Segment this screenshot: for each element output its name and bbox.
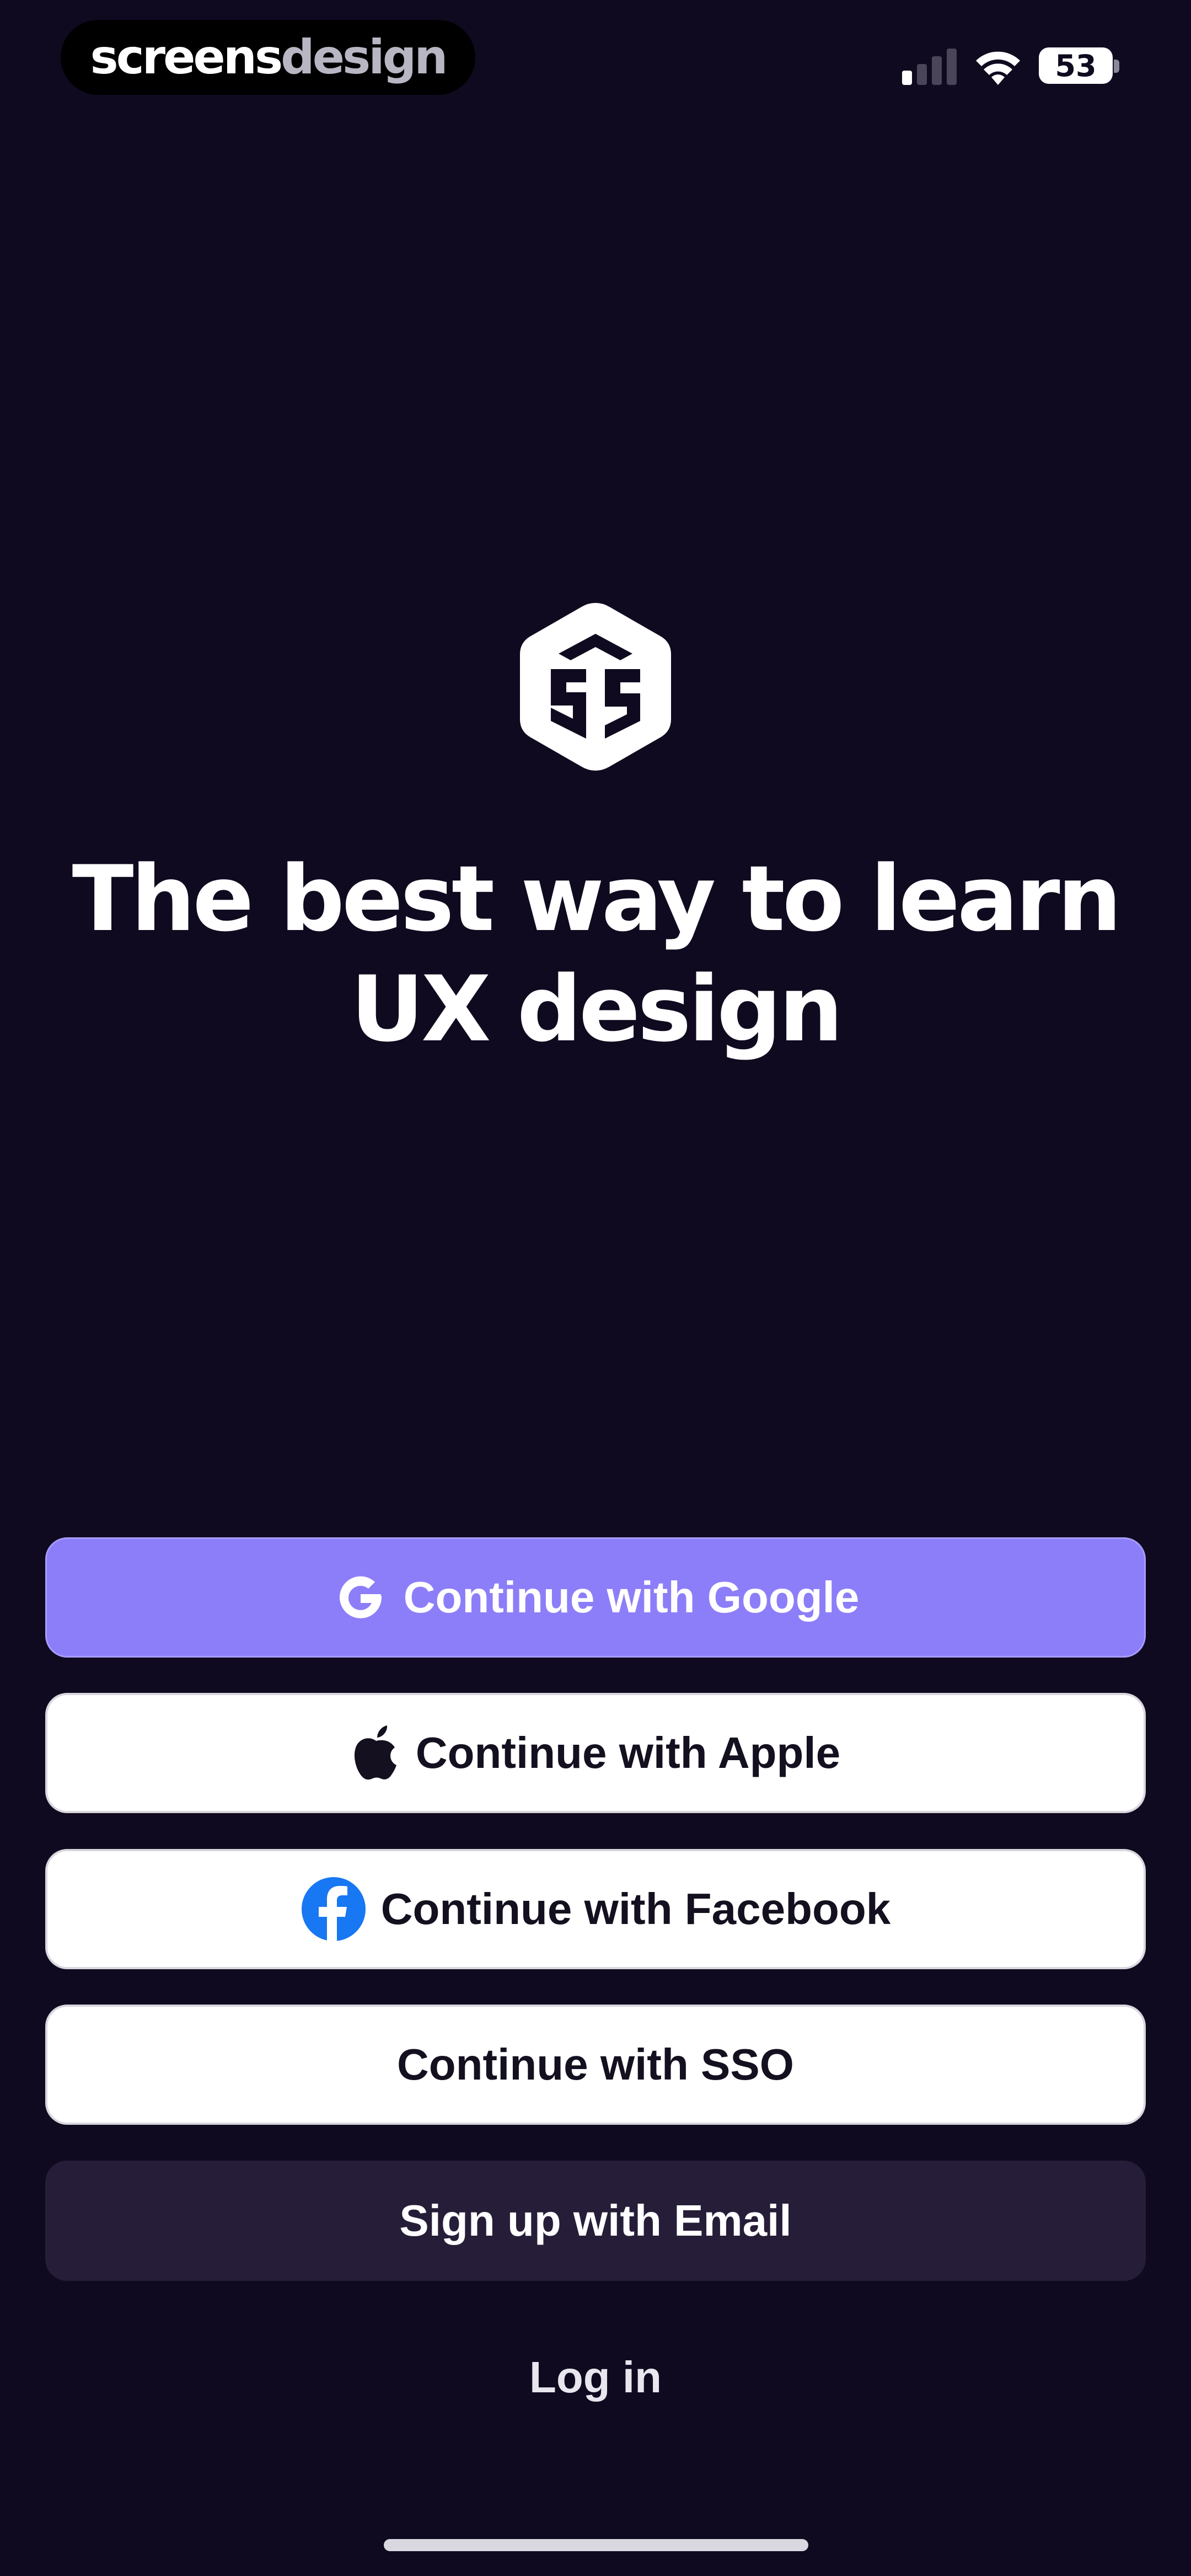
- headline-line-2: UX design: [350, 956, 843, 1062]
- sign-up-with-email-button[interactable]: Sign up with Email: [45, 2161, 1146, 2281]
- continue-with-google-button[interactable]: Continue with Google: [45, 1537, 1146, 1658]
- home-indicator[interactable]: [384, 2539, 808, 2551]
- continue-with-apple-button[interactable]: Continue with Apple: [45, 1693, 1146, 1813]
- brand-text-design: design: [281, 30, 448, 85]
- apple-icon: [351, 1724, 401, 1782]
- headline-line-1: The best way to learn: [72, 846, 1122, 952]
- continue-with-facebook-button[interactable]: Continue with Facebook: [45, 1849, 1146, 1969]
- cellular-signal-icon: [902, 49, 957, 85]
- google-icon: [332, 1569, 389, 1626]
- hero-headline: The best way to learn UX design: [55, 844, 1136, 1065]
- status-bar: screens design 53: [0, 0, 1191, 110]
- facebook-button-label: Continue with Facebook: [380, 1884, 891, 1933]
- apple-button-label: Continue with Apple: [415, 1728, 841, 1777]
- screensdesign-badge: screens design: [61, 20, 475, 95]
- sso-button-label: Continue with SSO: [397, 2040, 794, 2089]
- brand-text-screens: screens: [90, 30, 283, 85]
- log-in-link[interactable]: Log in: [430, 2342, 761, 2413]
- facebook-icon: [301, 1876, 367, 1942]
- wifi-icon: [976, 51, 1020, 85]
- hexagon-brand-logo-icon: [520, 603, 671, 771]
- email-button-label: Sign up with Email: [399, 2196, 792, 2245]
- battery-indicator: 53: [1039, 47, 1113, 84]
- continue-with-sso-button[interactable]: Continue with SSO: [45, 2005, 1146, 2125]
- battery-tip: [1114, 60, 1119, 73]
- battery-level-text: 53: [1055, 48, 1097, 83]
- google-button-label: Continue with Google: [403, 1573, 860, 1622]
